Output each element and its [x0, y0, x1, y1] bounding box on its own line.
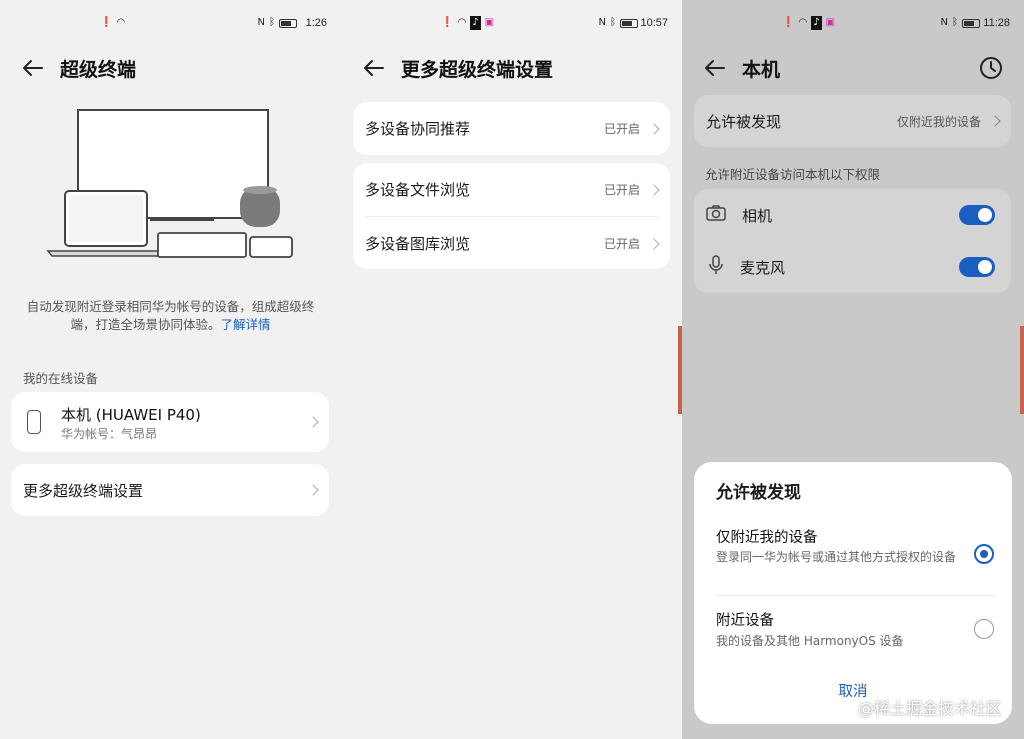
page-title: 本机 — [742, 58, 781, 81]
option-desc: 登录同一华为帐号或通过其他方式授权的设备 — [716, 550, 957, 564]
setting-label: 多设备图库浏览 — [365, 235, 471, 253]
header: 更多超级终端设置 — [361, 52, 662, 84]
super-device-panel: ❗ ◠ N ᛒ 1:26 超级终端 自动发现附近登录相同华为帐号的设备，组成超级… — [0, 0, 341, 739]
option-nearby-mine[interactable]: 仅附近我的设备 登录同一华为帐号或通过其他方式授权的设备 — [694, 522, 1012, 592]
setting-value: 已开启 — [603, 237, 640, 251]
option-divider — [716, 595, 994, 596]
permissions-label: 允许附近设备访问本机以下权限 — [705, 167, 881, 182]
bluetooth-icon: ᛒ — [269, 17, 275, 28]
status-time: 10:57 — [640, 17, 668, 29]
tiktok-icon: ♪ — [470, 16, 481, 30]
status-bar: ❗ ◠ ♪ ▣ N ᛒ 10:57 — [341, 16, 682, 34]
status-bar: ❗ ◠ ♪ ▣ N ᛒ 11:28 — [682, 16, 1024, 34]
app-icon: ▣ — [484, 17, 495, 28]
microphone-toggle[interactable] — [959, 257, 995, 277]
chevron-right-icon — [307, 416, 319, 428]
device-card[interactable]: 本机 (HUAWEI P40) 华为帐号：气昂昂 — [11, 392, 329, 452]
setting-value: 已开启 — [603, 122, 640, 136]
phone-icon — [27, 410, 41, 434]
option-nearby-all[interactable]: 附近设备 我的设备及其他 HarmonyOS 设备 — [694, 605, 1012, 655]
radio-unselected-icon[interactable] — [974, 619, 994, 639]
nfc-icon: N — [257, 17, 265, 28]
watermark: @稀土掘金技术社区 — [857, 699, 1002, 718]
device-name: 本机 (HUAWEI P40) — [61, 406, 201, 424]
wifi-icon: ◠ — [457, 17, 467, 28]
camera-toggle[interactable] — [959, 205, 995, 225]
battery-icon — [620, 18, 638, 28]
chevron-right-icon — [989, 115, 1001, 127]
discover-setting-item[interactable]: 允许被发现 仅附近我的设备 — [694, 95, 1011, 147]
bluetooth-icon: ᛒ — [952, 17, 958, 28]
section-label: 我的在线设备 — [23, 371, 99, 386]
back-arrow-icon[interactable] — [20, 55, 46, 81]
chevron-right-icon — [307, 484, 319, 496]
settings-card-2: 多设备文件浏览 已开启 多设备图库浏览 已开启 — [353, 163, 670, 269]
setting-item[interactable]: 多设备图库浏览 已开启 — [353, 217, 670, 270]
back-arrow-icon[interactable] — [361, 55, 387, 81]
option-title: 仅附近我的设备 — [716, 530, 818, 546]
app-icon: ▣ — [825, 17, 836, 28]
header: 本机 — [702, 52, 1004, 84]
discover-value: 仅附近我的设备 — [896, 114, 981, 129]
header: 超级终端 — [20, 52, 321, 84]
description-text: 自动发现附近登录相同华为帐号的设备，组成超级终端，打造全场景协同体验。 — [26, 299, 315, 332]
setting-value: 已开启 — [603, 183, 640, 197]
status-time: 1:26 — [305, 17, 327, 29]
chevron-right-icon — [648, 237, 660, 250]
tiktok-icon: ♪ — [811, 16, 822, 30]
permission-label: 相机 — [742, 206, 773, 225]
battery-icon — [279, 18, 297, 28]
back-arrow-icon[interactable] — [702, 55, 728, 81]
setting-label: 多设备文件浏览 — [365, 181, 471, 199]
scroll-edge-indicator — [1020, 326, 1024, 414]
devices-illustration — [46, 109, 293, 258]
camera-icon — [706, 205, 726, 225]
bluetooth-icon: ᛒ — [610, 17, 616, 28]
wifi-icon: ◠ — [116, 17, 126, 28]
settings-card-1: 多设备协同推荐 已开启 — [353, 102, 670, 155]
permissions-card: 相机 麦克风 — [694, 189, 1011, 293]
page-title: 更多超级终端设置 — [401, 58, 554, 81]
discover-label: 允许被发现 — [706, 112, 782, 131]
alert-icon: ❗ — [441, 17, 454, 28]
setting-item[interactable]: 多设备文件浏览 已开启 — [353, 163, 670, 216]
option-desc: 我的设备及其他 HarmonyOS 设备 — [716, 634, 904, 648]
battery-icon — [962, 18, 980, 28]
alert-icon: ❗ — [782, 17, 795, 28]
device-account: 华为帐号：气昂昂 — [61, 427, 158, 441]
chevron-right-icon — [648, 122, 660, 135]
learn-more-link[interactable]: 了解详情 — [221, 317, 271, 332]
discover-dialog: 允许被发现 仅附近我的设备 登录同一华为帐号或通过其他方式授权的设备 附近设备 … — [694, 462, 1012, 724]
status-time: 11:28 — [983, 17, 1010, 29]
permission-label: 麦克风 — [740, 258, 786, 277]
setting-item[interactable]: 多设备协同推荐 已开启 — [353, 102, 670, 155]
status-bar: ❗ ◠ N ᛒ 1:26 — [0, 16, 341, 34]
alert-icon: ❗ — [100, 17, 113, 28]
permission-item: 麦克风 — [694, 241, 1011, 293]
microphone-icon — [708, 255, 724, 279]
more-settings-item[interactable]: 更多超级终端设置 — [11, 464, 329, 516]
description: 自动发现附近登录相同华为帐号的设备，组成超级终端，打造全场景协同体验。了解详情 — [20, 298, 321, 334]
wifi-icon: ◠ — [798, 17, 808, 28]
radio-selected-icon[interactable] — [974, 544, 994, 564]
page-title: 超级终端 — [60, 58, 137, 81]
history-icon[interactable] — [978, 55, 1004, 85]
setting-label: 多设备协同推荐 — [365, 120, 471, 138]
more-settings-panel: ❗ ◠ ♪ ▣ N ᛒ 10:57 更多超级终端设置 多设备协同推荐 已开启 多… — [341, 0, 682, 739]
dialog-title: 允许被发现 — [716, 483, 801, 503]
this-device-panel: ❗ ◠ ♪ ▣ N ᛒ 11:28 本机 允许被发现 仅附近我的设备 允许附近设… — [682, 0, 1024, 739]
nfc-icon: N — [940, 17, 948, 28]
permission-item: 相机 — [694, 189, 1011, 241]
nfc-icon: N — [598, 17, 606, 28]
chevron-right-icon — [648, 183, 660, 196]
option-title: 附近设备 — [716, 613, 774, 629]
more-settings-label: 更多超级终端设置 — [23, 481, 144, 500]
